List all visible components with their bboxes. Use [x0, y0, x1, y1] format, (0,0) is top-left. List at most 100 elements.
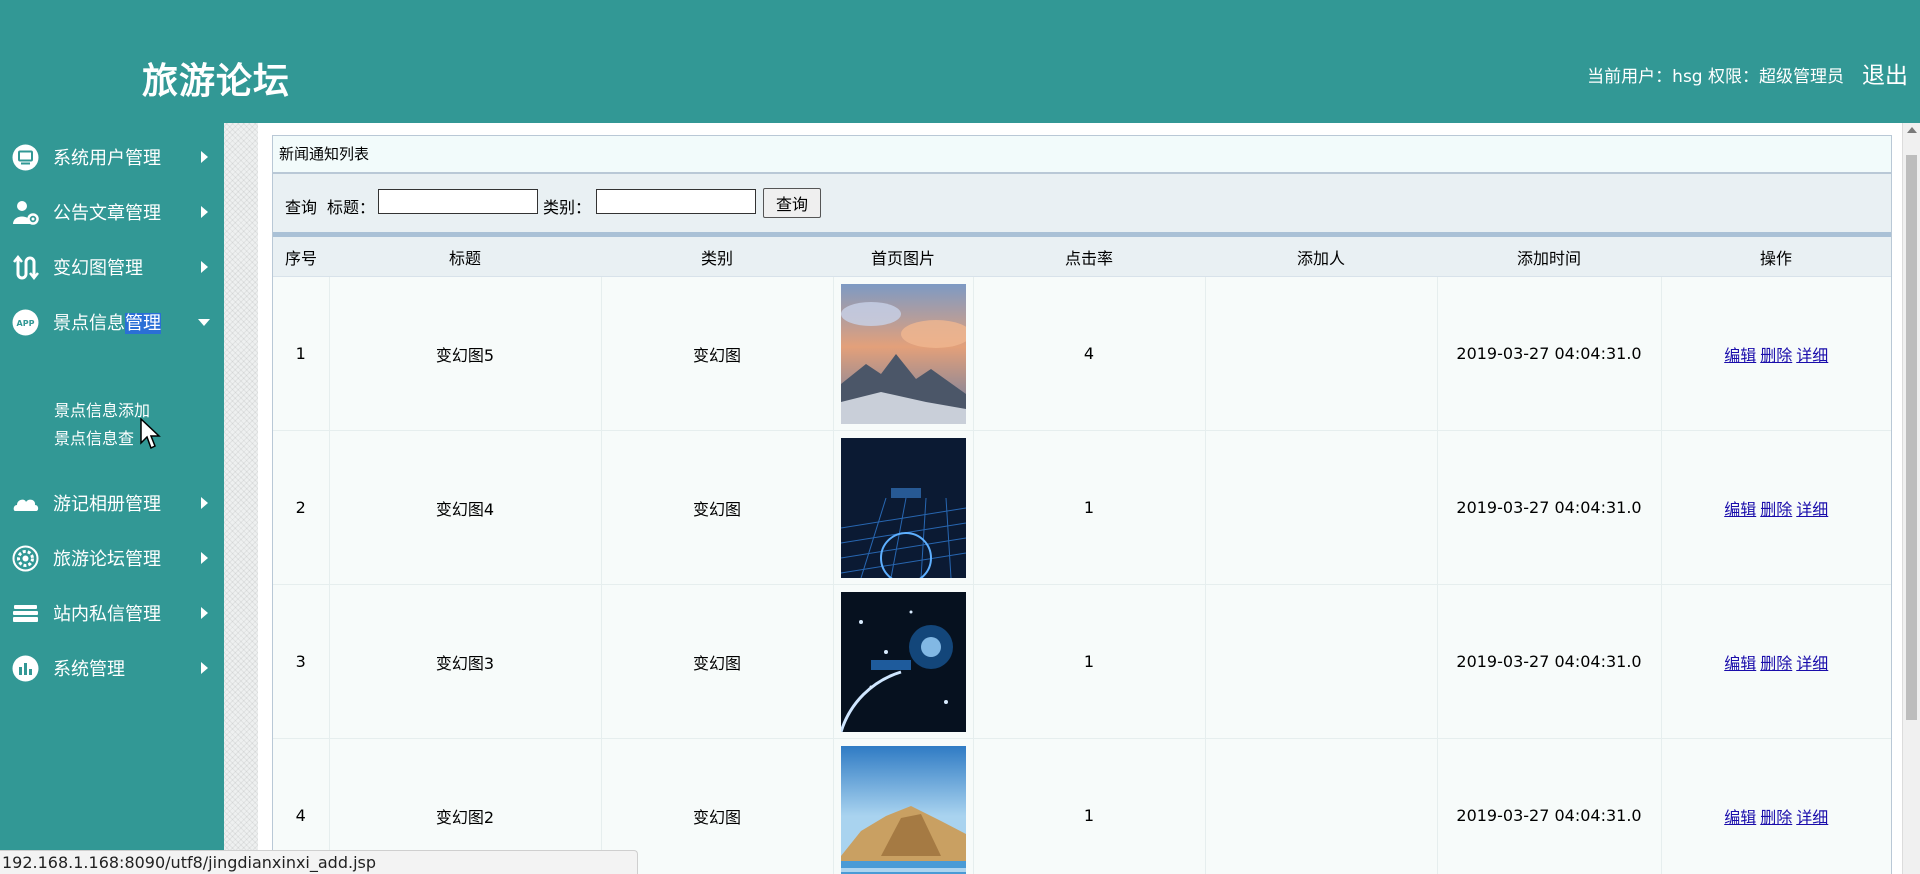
- column-header-actions: 操作: [1661, 237, 1891, 277]
- sidebar-item-label: 旅游论坛管理: [53, 549, 161, 570]
- cell-adder: [1205, 276, 1438, 431]
- svg-text:APP: APP: [17, 319, 35, 328]
- thumbnail-desert-lake[interactable]: [840, 745, 966, 874]
- column-header-category: 类别: [601, 237, 833, 277]
- cell-adder: [1205, 430, 1438, 585]
- scrollbar-thumb[interactable]: [1906, 155, 1917, 720]
- sidebar: 系统用户管理 公告文章管理 变幻图管理 APP 景点信息管理 景点信息添加 景点…: [0, 123, 224, 874]
- sidebar-item-forum[interactable]: 旅游论坛管理: [0, 536, 224, 580]
- sidebar-item-scenic-info[interactable]: APP 景点信息管理: [0, 300, 224, 344]
- edit-link[interactable]: 编辑: [1724, 808, 1756, 827]
- cell-image: [833, 584, 974, 739]
- cell-index: 1: [273, 276, 330, 431]
- thumbnail-tech-grid[interactable]: [840, 437, 966, 578]
- search-bar: 查询 标题： 类别： 查询: [273, 174, 1891, 237]
- table-row: 3 变幻图3 变幻图 1 2019-03-27 04:04:31.0 编辑 删除…: [273, 584, 1891, 739]
- sidebar-item-system[interactable]: 系统管理: [0, 646, 224, 690]
- sidebar-item-system-users[interactable]: 系统用户管理: [0, 135, 224, 179]
- app-window: 旅游论坛 当前用户：hsg 权限：超级管理员 退出 系统用户管理 公告文章管理 …: [0, 0, 1920, 874]
- cell-title: 变幻图3: [329, 584, 602, 739]
- delete-link[interactable]: 删除: [1760, 808, 1792, 827]
- cell-clicks: 1: [973, 430, 1206, 585]
- user-info: 当前用户：hsg 权限：超级管理员: [1587, 67, 1844, 87]
- column-header-time: 添加时间: [1437, 237, 1661, 277]
- thumbnail-mountain-clouds[interactable]: [840, 283, 966, 424]
- edit-link[interactable]: 编辑: [1724, 654, 1756, 673]
- cell-actions: 编辑 删除 详细: [1661, 430, 1891, 585]
- thumbnail-space-network[interactable]: [840, 591, 966, 732]
- cell-category: 变幻图: [601, 430, 834, 585]
- category-search-input[interactable]: [596, 189, 756, 214]
- delete-link[interactable]: 删除: [1760, 500, 1792, 519]
- monitor-icon: [12, 144, 39, 171]
- sidebar-item-announcements[interactable]: 公告文章管理: [0, 190, 224, 234]
- cell-actions: 编辑 删除 详细: [1661, 584, 1891, 739]
- delete-link[interactable]: 删除: [1760, 346, 1792, 365]
- query-label: 查询: [285, 198, 318, 217]
- detail-link[interactable]: 详细: [1796, 500, 1828, 519]
- title-search-input[interactable]: [378, 189, 538, 214]
- status-bar-url: 192.168.1.168:8090/utf8/jingdianxinxi_ad…: [0, 850, 638, 874]
- edit-link[interactable]: 编辑: [1724, 346, 1756, 365]
- cell-image: [833, 276, 974, 431]
- submenu-scenic-query[interactable]: 景点信息查: [54, 425, 134, 449]
- sidebar-item-label: 游记相册管理: [53, 494, 161, 515]
- cell-time: 2019-03-27 04:04:31.0: [1437, 430, 1662, 585]
- detail-link[interactable]: 详细: [1796, 808, 1828, 827]
- edit-link[interactable]: 编辑: [1724, 500, 1756, 519]
- sidebar-item-label: 系统用户管理: [53, 148, 161, 169]
- cell-actions: 编辑 删除 详细: [1661, 738, 1891, 874]
- settings-icon: [12, 545, 39, 572]
- logout-link[interactable]: 退出: [1862, 56, 1908, 90]
- cloud-icon: [12, 490, 39, 517]
- scroll-up-icon[interactable]: [1907, 127, 1917, 133]
- chevron-right-icon: [201, 552, 208, 564]
- table-row: 2 变幻图4 变幻图 1 2019-03-27 04:04:31.0 编辑 删除…: [273, 430, 1891, 585]
- mouse-cursor-icon: [140, 418, 161, 450]
- column-header-adder: 添加人: [1205, 237, 1437, 277]
- sidebar-item-label: 变幻图管理: [53, 258, 143, 279]
- detail-link[interactable]: 详细: [1796, 346, 1828, 365]
- chevron-right-icon: [201, 497, 208, 509]
- panel-title: 新闻通知列表: [273, 136, 1891, 174]
- brand-title: 旅游论坛: [142, 60, 291, 102]
- top-header: 旅游论坛 当前用户：hsg 权限：超级管理员 退出: [0, 0, 1920, 123]
- title-label: 标题：: [327, 198, 376, 217]
- sidebar-item-label: 景点信息管理: [53, 313, 161, 334]
- cell-category: 变幻图: [601, 584, 834, 739]
- category-label: 类别：: [543, 198, 592, 217]
- cell-image: [833, 430, 974, 585]
- vertical-scrollbar[interactable]: [1902, 123, 1920, 874]
- column-header-index: 序号: [273, 237, 329, 277]
- cell-index: 2: [273, 430, 330, 585]
- cell-title: 变幻图4: [329, 430, 602, 585]
- chart-icon: [12, 655, 39, 682]
- column-header-clicks: 点击率: [973, 237, 1205, 277]
- sidebar-item-travel-album[interactable]: 游记相册管理: [0, 481, 224, 525]
- news-table: 序号 标题 类别 首页图片 点击率 添加人 添加时间 操作 1 变幻图5 变幻图: [273, 237, 1891, 874]
- column-header-title: 标题: [329, 237, 601, 277]
- sidebar-item-label: 系统管理: [53, 659, 125, 680]
- sidebar-item-messages[interactable]: 站内私信管理: [0, 591, 224, 635]
- detail-link[interactable]: 详细: [1796, 654, 1828, 673]
- transfer-icon: [12, 254, 39, 281]
- chevron-right-icon: [201, 151, 208, 163]
- cell-title: 变幻图5: [329, 276, 602, 431]
- cell-time: 2019-03-27 04:04:31.0: [1437, 738, 1662, 874]
- content-divider-strip: [224, 123, 258, 874]
- column-header-image: 首页图片: [833, 237, 973, 277]
- cell-category: 变幻图: [601, 276, 834, 431]
- server-icon: [12, 600, 39, 627]
- chevron-right-icon: [201, 607, 208, 619]
- chevron-right-icon: [201, 662, 208, 674]
- sidebar-item-label: 公告文章管理: [53, 203, 161, 224]
- cell-time: 2019-03-27 04:04:31.0: [1437, 584, 1662, 739]
- cell-time: 2019-03-27 04:04:31.0: [1437, 276, 1662, 431]
- search-button[interactable]: 查询: [763, 188, 821, 218]
- submenu-scenic-add[interactable]: 景点信息添加: [54, 397, 150, 421]
- user-gear-icon: [12, 199, 39, 226]
- sidebar-item-carousel[interactable]: 变幻图管理: [0, 245, 224, 289]
- chevron-right-icon: [201, 206, 208, 218]
- delete-link[interactable]: 删除: [1760, 654, 1792, 673]
- cell-actions: 编辑 删除 详细: [1661, 276, 1891, 431]
